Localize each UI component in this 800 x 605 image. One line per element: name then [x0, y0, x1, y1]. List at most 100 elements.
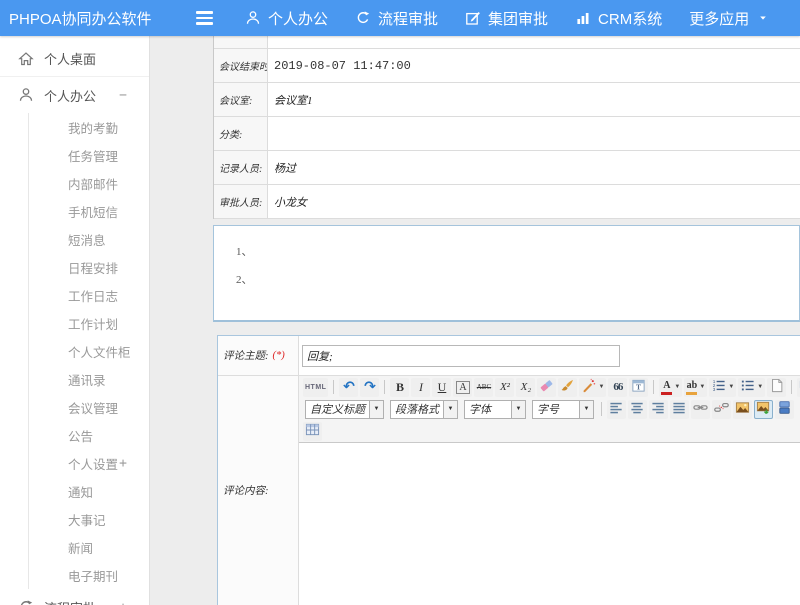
custom-title-select[interactable]: 自定义标题▼ — [305, 400, 384, 419]
sidebar-item-internal-mail[interactable]: 内部邮件 — [29, 169, 149, 197]
caret-down-icon: ▼ — [757, 384, 763, 390]
select-label: 段落格式 — [391, 401, 443, 417]
row-value-approver: 小龙女 — [268, 185, 800, 218]
sidebar-item-personal-file-cabinet[interactable]: 个人文件柜 — [29, 337, 149, 365]
caret-down-icon[interactable]: ▼ — [443, 401, 457, 418]
sidebar-item-notice[interactable]: 通知 — [29, 477, 149, 505]
align-left-icon — [609, 400, 624, 419]
unordered-list-icon-button[interactable]: ▼ — [738, 378, 765, 397]
insert-link-icon-button[interactable] — [691, 400, 710, 419]
nav-item-crm-system[interactable]: CRM系统 — [575, 8, 662, 29]
sidebar-item-task-management[interactable]: 任务管理 — [29, 141, 149, 169]
char-border-button[interactable]: A — [453, 378, 472, 397]
sidebar-item-workflow-approval-2[interactable]: 流程审批+ — [0, 589, 149, 605]
italic-button[interactable]: I — [411, 378, 430, 397]
remove-link-icon-button[interactable] — [712, 400, 731, 419]
sidebar-item-mobile-sms[interactable]: 手机短信 — [29, 197, 149, 225]
caret-down-icon[interactable]: ▼ — [369, 401, 383, 418]
row-value-recorder: 杨过 — [268, 151, 800, 184]
new-page-icon-button[interactable] — [767, 378, 786, 397]
sidebar-item-my-attendance[interactable]: 我的考勤 — [29, 113, 149, 141]
sidebar-item-e-journal[interactable]: 电子期刊 — [29, 561, 149, 589]
sidebar-item-personal-settings[interactable]: 个人设置+ — [29, 449, 149, 477]
redo-glyph: ↷ — [364, 379, 376, 395]
background-color-icon-button[interactable]: ab▼ — [684, 378, 707, 397]
nav-item-personal-office[interactable]: 个人办公 — [245, 8, 328, 29]
align-center-icon-button[interactable] — [628, 400, 647, 419]
bold-button[interactable]: B — [390, 378, 409, 397]
sidebar-item-personal-desktop[interactable]: 个人桌面 — [0, 41, 149, 77]
sidebar-item-label: 大事记 — [68, 510, 106, 529]
table-row-partial — [214, 36, 800, 49]
top-bar: PHPOA协同办公软件 个人办公流程审批集团审批CRM系统更多应用 — [0, 0, 800, 36]
expander-plus-icon[interactable]: + — [119, 456, 127, 471]
sidebar-item-announcement[interactable]: 公告 — [29, 421, 149, 449]
strikethrough-button[interactable]: ABC — [474, 378, 493, 397]
nav-item-workflow-approval[interactable]: 流程审批 — [355, 8, 438, 29]
caret-down-icon[interactable]: ▼ — [579, 401, 593, 418]
font-family-select[interactable]: 字体▼ — [464, 400, 526, 419]
calendar-icon: T — [631, 378, 646, 397]
caret-down-icon: ▼ — [674, 384, 680, 390]
remove-format-icon-button[interactable] — [537, 378, 556, 397]
underline-glyph: U — [438, 380, 447, 395]
html-source-button[interactable]: HTML — [303, 378, 328, 397]
superscript-button[interactable]: X² — [495, 378, 514, 397]
format-brush-icon-button[interactable] — [558, 378, 577, 397]
undo-button[interactable]: ↶ — [339, 378, 358, 397]
subscript-button[interactable]: X₂ — [516, 378, 535, 397]
strikethrough-glyph: ABC — [477, 383, 491, 391]
nav-item-group-approval[interactable]: 集团审批 — [465, 8, 548, 29]
font-size-select[interactable]: 字号▼ — [532, 400, 594, 419]
sidebar-item-meeting-management[interactable]: 会议管理 — [29, 393, 149, 421]
sidebar-item-schedule[interactable]: 日程安排 — [29, 253, 149, 281]
justify-icon-button[interactable] — [670, 400, 689, 419]
comment-subject-input[interactable] — [302, 345, 620, 367]
row-label-cell — [214, 36, 268, 48]
sidebar-item-news[interactable]: 新闻 — [29, 533, 149, 561]
table-icon — [305, 422, 320, 441]
sidebar-item-label: 内部邮件 — [68, 174, 118, 193]
expander-minus-icon[interactable]: − — [119, 88, 127, 103]
nav-item-more-apps[interactable]: 更多应用 — [689, 8, 768, 29]
align-right-icon — [651, 400, 666, 419]
insert-image-icon-button[interactable] — [733, 400, 752, 419]
row-value-meeting-end-time: 2019-08-07 11:47:00 — [268, 49, 800, 82]
sidebar-item-address-book[interactable]: 通讯录 — [29, 365, 149, 393]
blockquote-button[interactable]: 66 — [608, 378, 627, 397]
align-right-icon-button[interactable] — [649, 400, 668, 419]
sidebar-item-label: 个人文件柜 — [68, 342, 131, 361]
flow-icon — [355, 10, 371, 26]
row-value-category — [268, 117, 800, 150]
hamburger-menu-icon[interactable] — [192, 7, 217, 29]
superscript-glyph: X² — [500, 381, 510, 393]
sidebar-item-work-plan[interactable]: 工作计划 — [29, 309, 149, 337]
expander-plus-icon[interactable]: + — [119, 600, 127, 605]
insert-table-icon-button[interactable] — [303, 422, 322, 441]
sidebar-item-major-events[interactable]: 大事记 — [29, 505, 149, 533]
ordered-list-icon-button[interactable]: 123▼ — [709, 378, 736, 397]
editor-content-area[interactable] — [299, 442, 800, 605]
underline-button[interactable]: U — [432, 378, 451, 397]
sidebar-item-label: 任务管理 — [68, 146, 118, 165]
caret-down-icon[interactable]: ▼ — [511, 401, 525, 418]
sidebar-item-label: 会议管理 — [68, 398, 118, 417]
toolbar-separator — [601, 402, 602, 416]
sidebar-item-personal-office[interactable]: 个人办公− — [0, 77, 149, 113]
image-icon — [735, 400, 750, 419]
sidebar-item-label: 工作计划 — [68, 314, 118, 333]
insert-media-icon-button[interactable] — [775, 400, 794, 419]
align-left-icon-button[interactable] — [607, 400, 626, 419]
sidebar-item-short-message[interactable]: 短消息 — [29, 225, 149, 253]
scrawl-icon-button[interactable]: ▼ — [579, 378, 606, 397]
subscript-glyph: X₂ — [521, 381, 532, 393]
row-label-recorder: 记录人员: — [214, 151, 268, 184]
font-color-icon-button[interactable]: A▼ — [659, 378, 682, 397]
meeting-content-box: 1、2、 — [213, 225, 800, 322]
insert-date-icon-button[interactable]: T — [629, 378, 648, 397]
redo-button[interactable]: ↷ — [360, 378, 379, 397]
sidebar-item-work-log[interactable]: 工作日志 — [29, 281, 149, 309]
upload-image-icon-button[interactable] — [754, 400, 773, 419]
sidebar-item-label: 手机短信 — [68, 202, 118, 221]
paragraph-format-select[interactable]: 段落格式▼ — [390, 400, 458, 419]
